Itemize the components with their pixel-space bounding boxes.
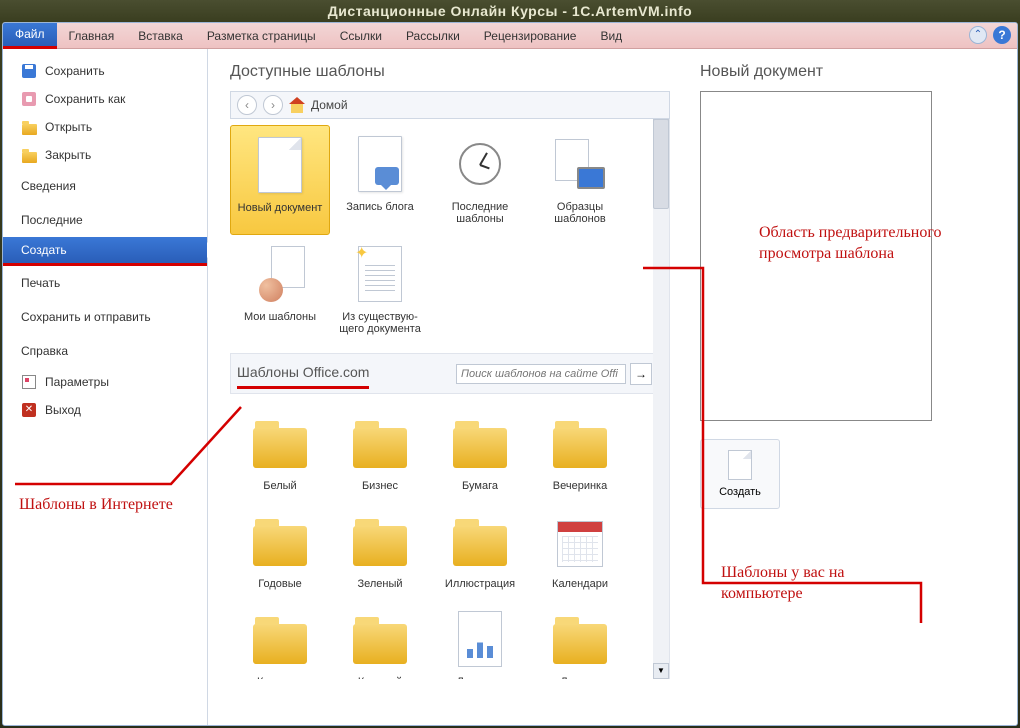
sidebar-recent[interactable]: Последние xyxy=(3,203,207,237)
sidebar-print[interactable]: Печать xyxy=(3,266,207,300)
folder-red[interactable]: Красный xyxy=(330,600,430,679)
folder-calendars[interactable]: Календари xyxy=(530,502,630,600)
sidebar-help[interactable]: Справка xyxy=(3,334,207,368)
tab-view[interactable]: Вид xyxy=(588,23,634,48)
sidebar-open[interactable]: Открыть xyxy=(3,113,207,141)
open-icon xyxy=(21,119,37,135)
preview-heading: Новый документ xyxy=(700,63,1007,81)
folder-cards[interactable]: Карточки xyxy=(230,600,330,679)
template-blog-post[interactable]: Запись блога xyxy=(330,125,430,235)
search-input[interactable] xyxy=(456,364,626,384)
folder-business[interactable]: Бизнес xyxy=(330,404,430,502)
office-templates-heading: Шаблоны Office.com xyxy=(237,358,369,389)
template-recent[interactable]: Последние шаблоны xyxy=(430,125,530,235)
close-icon xyxy=(21,147,37,163)
tab-review[interactable]: Рецензирование xyxy=(472,23,589,48)
exit-icon: ✕ xyxy=(21,402,37,418)
tab-mailings[interactable]: Рассылки xyxy=(394,23,472,48)
window-title: Дистанционные Онлайн Курсы - 1C.ArtemVM.… xyxy=(0,0,1020,22)
tab-layout[interactable]: Разметка страницы xyxy=(195,23,328,48)
folder-white[interactable]: Белый xyxy=(230,404,330,502)
template-new-document[interactable]: Новый документ xyxy=(230,125,330,235)
template-existing[interactable]: ✦Из существую- щего документа xyxy=(330,235,430,345)
folder-personal[interactable]: Личные xyxy=(530,600,630,679)
sidebar-exit[interactable]: ✕Выход xyxy=(3,396,207,424)
template-my[interactable]: Мои шаблоны xyxy=(230,235,330,345)
folder-flyers[interactable]: Листовки xyxy=(430,600,530,679)
search-go-button[interactable]: → xyxy=(630,363,652,385)
tab-links[interactable]: Ссылки xyxy=(328,23,394,48)
save-icon xyxy=(21,63,37,79)
templates-heading: Доступные шаблоны xyxy=(230,63,670,81)
minimize-ribbon-icon[interactable]: ⌃ xyxy=(969,26,987,44)
ribbon: Файл Главная Вставка Разметка страницы С… xyxy=(3,23,1017,49)
sidebar-save-send[interactable]: Сохранить и отправить xyxy=(3,300,207,334)
sidebar-options[interactable]: Параметры xyxy=(3,368,207,396)
backstage-sidebar: Сохранить Сохранить как Открыть Закрыть … xyxy=(3,49,208,725)
sidebar-save[interactable]: Сохранить xyxy=(3,57,207,85)
sidebar-new[interactable]: Создать xyxy=(3,237,207,266)
template-samples[interactable]: Образцы шаблонов xyxy=(530,125,630,235)
tab-file[interactable]: Файл xyxy=(3,23,57,49)
scroll-down-icon[interactable]: ▼ xyxy=(653,663,669,679)
scroll-thumb[interactable] xyxy=(653,119,669,209)
preview-box xyxy=(700,91,932,421)
options-icon xyxy=(21,374,37,390)
tab-insert[interactable]: Вставка xyxy=(126,23,195,48)
nav-forward-icon[interactable]: › xyxy=(263,95,283,115)
nav-back-icon[interactable]: ‹ xyxy=(237,95,257,115)
folder-illustration[interactable]: Иллюстрация xyxy=(430,502,530,600)
folder-yearly[interactable]: Годовые xyxy=(230,502,330,600)
create-page-icon xyxy=(728,450,752,480)
home-icon[interactable] xyxy=(289,97,305,113)
sidebar-save-as[interactable]: Сохранить как xyxy=(3,85,207,113)
sidebar-info[interactable]: Сведения xyxy=(3,169,207,203)
folder-paper[interactable]: Бумага xyxy=(430,404,530,502)
breadcrumb-home[interactable]: Домой xyxy=(311,98,348,112)
office-folders: Белый Бизнес Бумага Вечеринка Годовые Зе… xyxy=(230,398,659,679)
sidebar-close[interactable]: Закрыть xyxy=(3,141,207,169)
breadcrumb: ‹ › Домой xyxy=(230,91,670,119)
tab-home[interactable]: Главная xyxy=(57,23,127,48)
folder-party[interactable]: Вечеринка xyxy=(530,404,630,502)
create-button[interactable]: Создать xyxy=(700,439,780,509)
help-icon[interactable]: ? xyxy=(993,26,1011,44)
folder-green[interactable]: Зеленый xyxy=(330,502,430,600)
scrollbar[interactable]: ▲ ▼ xyxy=(653,119,669,679)
save-as-icon xyxy=(21,91,37,107)
